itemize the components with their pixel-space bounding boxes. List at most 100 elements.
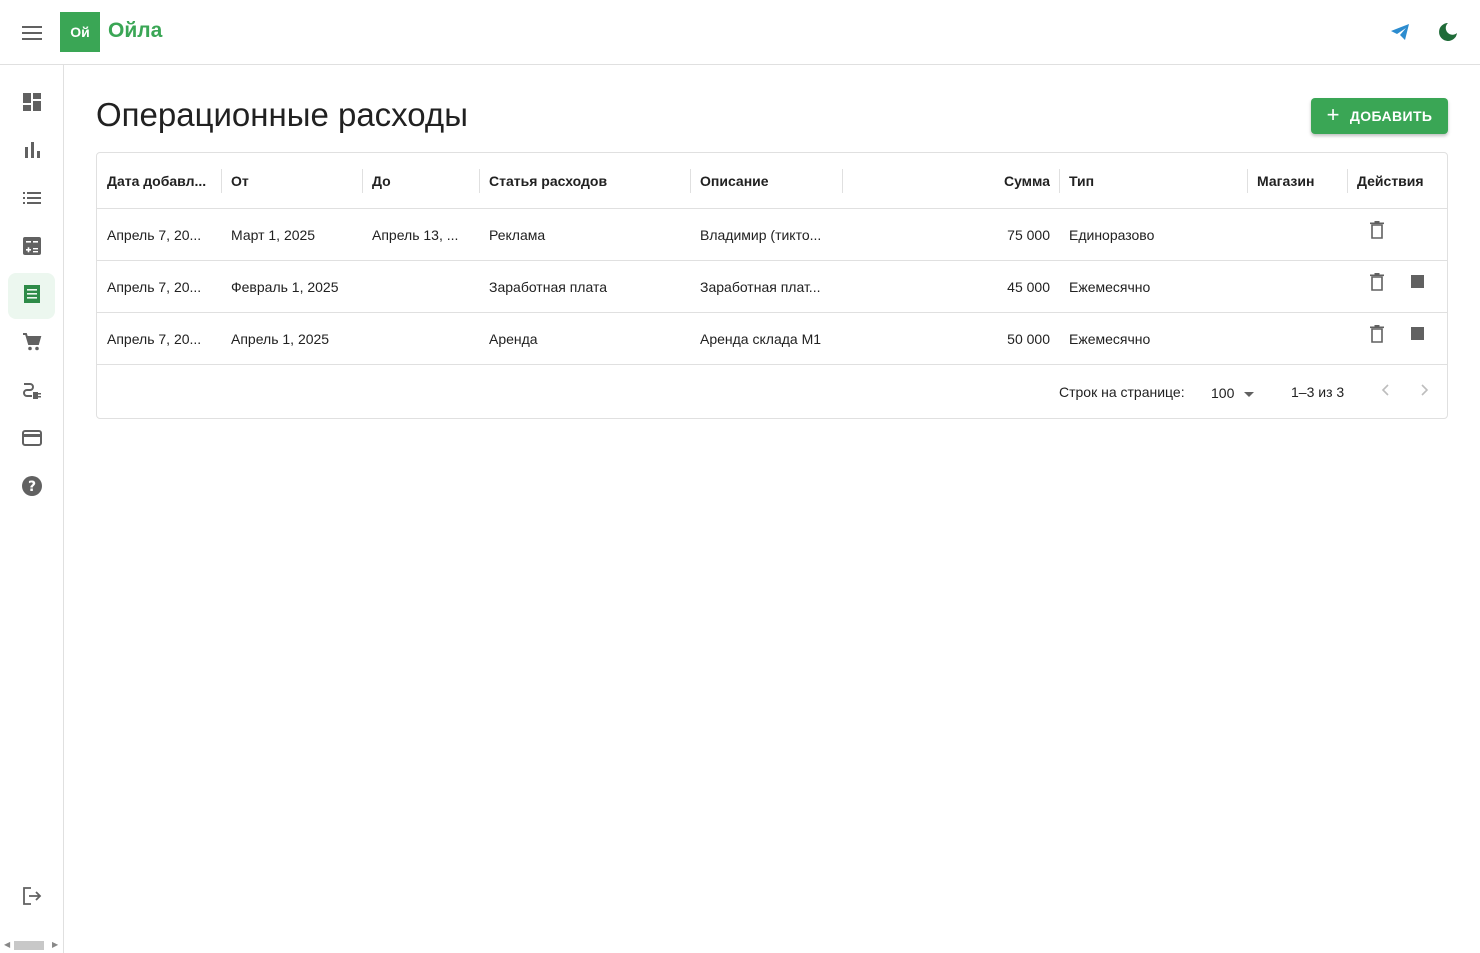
column-separator[interactable]	[1059, 169, 1060, 193]
scroll-left-icon[interactable]: ◀	[4, 940, 10, 949]
rows-per-page-label: Строк на странице:	[1059, 384, 1185, 400]
cell-description: Владимир (тикто...	[700, 226, 822, 243]
link-icon	[22, 380, 42, 405]
delete-button[interactable]	[1362, 269, 1392, 299]
stop-button[interactable]	[1402, 321, 1432, 351]
delete-button[interactable]	[1362, 217, 1392, 247]
page-title: Операционные расходы	[96, 96, 468, 133]
logo-text: Ой	[70, 24, 90, 40]
column-separator[interactable]	[221, 169, 222, 193]
dashboard-icon	[22, 92, 42, 117]
cell-type: Ежемесячно	[1069, 278, 1151, 295]
cell-description: Заработная плат...	[700, 278, 821, 295]
column-header-amount[interactable]: Сумма	[852, 153, 1050, 208]
add-button-label: ДОБАВИТЬ	[1349, 108, 1433, 124]
cell-store	[1257, 261, 1343, 312]
svg-text:?: ?	[27, 479, 35, 495]
nav-analytics[interactable]	[8, 129, 55, 175]
cell-to: Апрель 13, ...	[372, 226, 459, 243]
cell-from: Апрель 1, 2025	[231, 330, 330, 347]
column-header-actions: Действия	[1357, 172, 1424, 189]
chevron-right-icon	[1421, 383, 1429, 401]
nav-help[interactable]: ?	[8, 465, 55, 511]
list-icon	[22, 188, 42, 213]
chevron-left-icon	[1381, 383, 1389, 401]
menu-icon[interactable]	[12, 13, 52, 53]
nav-cart[interactable]	[8, 321, 55, 367]
cell-type: Ежемесячно	[1069, 330, 1151, 347]
credit-card-icon	[21, 428, 42, 453]
next-page-button[interactable]	[1413, 380, 1437, 404]
cell-added: Апрель 7, 20...	[107, 278, 202, 295]
rows-per-page-value: 100	[1211, 385, 1235, 401]
column-header-added[interactable]: Дата добавл...	[107, 153, 217, 208]
cell-to	[372, 261, 472, 312]
table-pagination: Строк на странице: 100 1–3 из 3	[97, 366, 1447, 418]
cell-added: Апрель 7, 20...	[107, 226, 202, 243]
column-header-type[interactable]: Тип	[1069, 153, 1239, 208]
calculator-icon	[22, 236, 42, 261]
expenses-table: Дата добавл... От До Статья расходов Опи…	[96, 152, 1448, 419]
cell-from: Февраль 1, 2025	[231, 278, 339, 295]
app-name: Ойла	[108, 19, 163, 42]
column-header-to[interactable]: До	[372, 153, 472, 208]
rows-per-page-select[interactable]: 100	[1211, 382, 1259, 404]
cell-store	[1257, 313, 1343, 364]
nav-dashboard[interactable]	[8, 81, 55, 127]
cell-amount: 50 000	[1007, 330, 1050, 347]
table-row[interactable]: Апрель 7, 20... Февраль 1, 2025 Заработн…	[97, 261, 1447, 313]
cell-store	[1257, 209, 1343, 260]
cell-description: Аренда склада М1	[700, 330, 822, 347]
table-row[interactable]: Апрель 7, 20... Март 1, 2025 Апрель 13, …	[97, 209, 1447, 261]
pagination-range: 1–3 из 3	[1291, 384, 1345, 400]
cell-category: Реклама	[489, 226, 546, 243]
cell-from: Март 1, 2025	[231, 226, 316, 243]
table-row[interactable]: Апрель 7, 20... Апрель 1, 2025 Аренда Ар…	[97, 313, 1447, 365]
table-header-row: Дата добавл... От До Статья расходов Опи…	[97, 153, 1447, 209]
bar-chart-icon	[22, 140, 42, 165]
cart-icon	[22, 332, 42, 357]
stop-button[interactable]	[1402, 269, 1432, 299]
column-header-from[interactable]: От	[231, 153, 351, 208]
scrollbar-thumb[interactable]	[14, 941, 44, 950]
column-header-description[interactable]: Описание	[700, 153, 840, 208]
cell-type: Единоразово	[1069, 226, 1155, 243]
nav-payments[interactable]	[8, 417, 55, 463]
logout-button[interactable]	[8, 875, 55, 921]
cell-added: Апрель 7, 20...	[107, 330, 202, 347]
column-separator[interactable]	[479, 169, 480, 193]
receipt-icon	[22, 284, 42, 309]
delete-icon	[1370, 220, 1384, 244]
column-separator[interactable]	[842, 169, 843, 193]
stop-icon	[1410, 275, 1424, 293]
scroll-right-icon[interactable]: ▶	[52, 940, 58, 949]
help-icon: ?	[21, 475, 43, 502]
cell-to	[372, 313, 472, 364]
previous-page-button[interactable]	[1373, 380, 1397, 404]
sidebar: ? ◀ ▶	[0, 65, 64, 953]
nav-calculator[interactable]	[8, 225, 55, 271]
column-separator[interactable]	[690, 169, 691, 193]
column-separator[interactable]	[1247, 169, 1248, 193]
column-separator[interactable]	[362, 169, 363, 193]
nav-operational-expenses[interactable]	[8, 273, 55, 319]
plus-icon: +	[1326, 102, 1340, 127]
chevron-down-icon	[1244, 385, 1255, 401]
stop-icon	[1410, 327, 1424, 345]
nav-list[interactable]	[8, 177, 55, 223]
dark-mode-icon[interactable]	[1428, 12, 1468, 52]
horizontal-scrollbar[interactable]: ◀ ▶	[0, 937, 64, 953]
cell-category: Заработная плата	[489, 278, 607, 295]
add-button[interactable]: + ДОБАВИТЬ	[1311, 98, 1448, 134]
delete-icon	[1370, 324, 1384, 348]
cell-category: Аренда	[489, 330, 538, 347]
app-logo: Ой	[60, 12, 100, 52]
column-header-store[interactable]: Магазин	[1257, 153, 1343, 208]
column-separator[interactable]	[1347, 169, 1348, 193]
delete-icon	[1370, 272, 1384, 296]
nav-integrations[interactable]	[8, 369, 55, 415]
cell-amount: 45 000	[1007, 278, 1050, 295]
delete-button[interactable]	[1362, 321, 1392, 351]
column-header-category[interactable]: Статья расходов	[489, 153, 679, 208]
telegram-icon[interactable]	[1380, 12, 1420, 52]
